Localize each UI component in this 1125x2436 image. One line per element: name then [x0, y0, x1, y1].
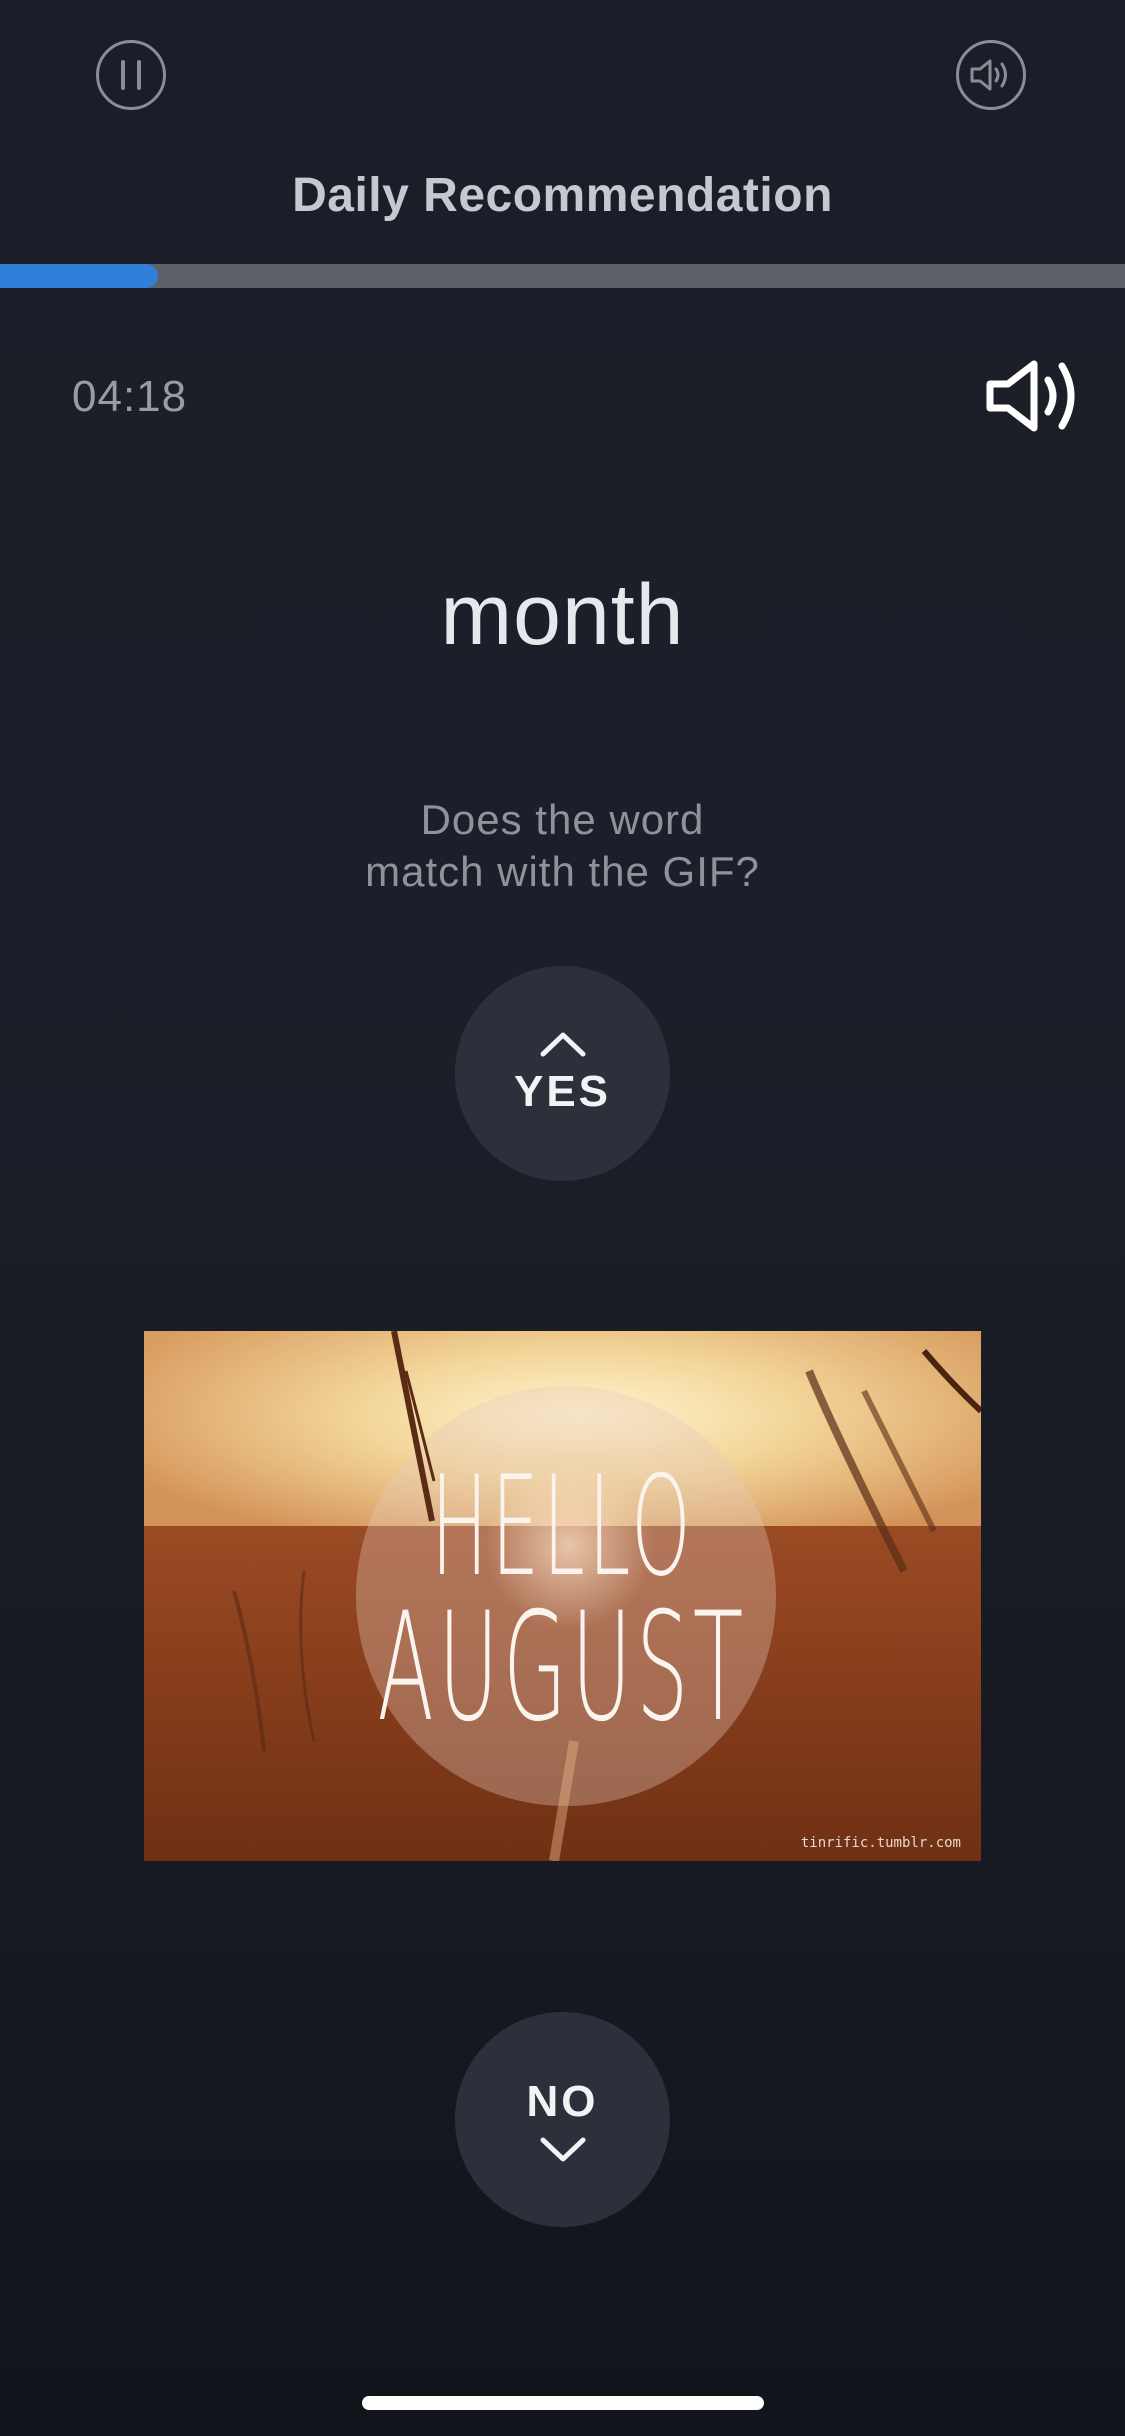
- progress-bar: [0, 264, 1125, 288]
- gif-text-line-2: AUGUST: [377, 1581, 748, 1755]
- pause-icon: [121, 60, 141, 90]
- page-title: Daily Recommendation: [292, 169, 833, 222]
- quiz-word: month: [440, 567, 685, 663]
- home-indicator: [362, 2396, 764, 2410]
- yes-label: YES: [513, 1066, 612, 1116]
- quiz-question: Does the word match with the GIF?: [0, 794, 1125, 898]
- speaker-icon: [986, 360, 1075, 432]
- no-button[interactable]: NO: [455, 2012, 670, 2227]
- countdown-timer: 04:18: [72, 372, 188, 421]
- play-pronunciation-button[interactable]: [984, 356, 1084, 436]
- yes-button[interactable]: YES: [455, 966, 670, 1181]
- chevron-down-icon: [540, 2137, 585, 2161]
- pause-button[interactable]: [96, 40, 166, 110]
- audio-toggle-button[interactable]: [956, 40, 1026, 110]
- gif-credit: tinrific.tumblr.com: [800, 1835, 961, 1851]
- question-line-1: Does the word: [420, 796, 705, 843]
- progress-fill: [0, 264, 158, 288]
- chevron-up-icon: [540, 1032, 585, 1056]
- speaker-icon: [970, 59, 1007, 91]
- no-label: NO: [526, 2076, 599, 2126]
- gif-image: HELLO AUGUST tinrific.tumblr.com: [144, 1331, 981, 1861]
- question-line-2: match with the GIF?: [365, 848, 760, 895]
- screen: Daily Recommendation 04:18 month Does th…: [0, 0, 1125, 2436]
